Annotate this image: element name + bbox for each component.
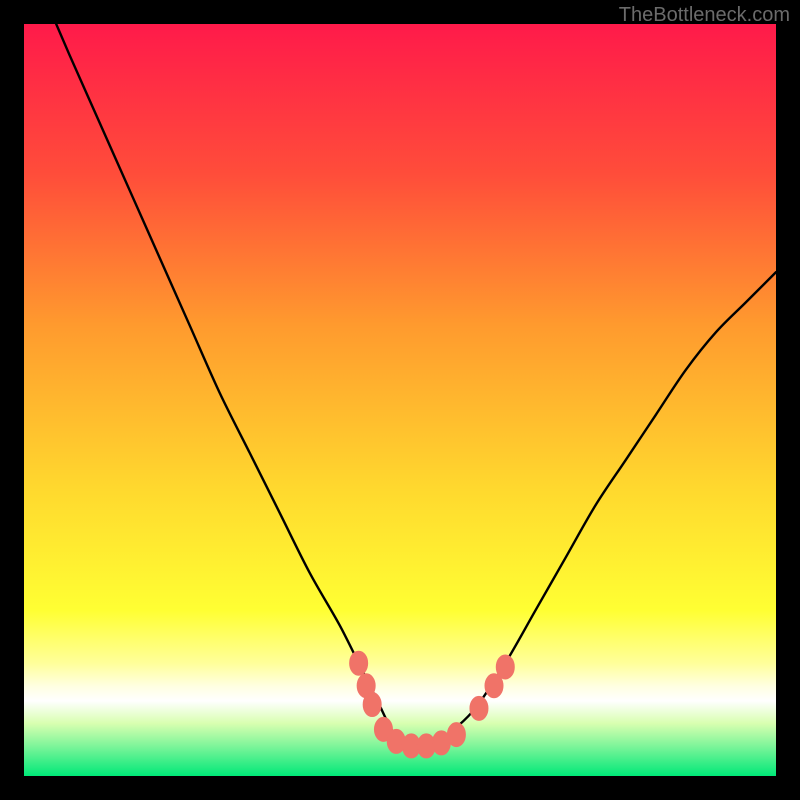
- chart-svg: [24, 24, 776, 776]
- curve-marker: [470, 696, 488, 720]
- plot-area: [24, 24, 776, 776]
- curve-marker: [496, 655, 514, 679]
- chart-frame: TheBottleneck.com: [0, 0, 800, 800]
- curve-marker: [363, 693, 381, 717]
- curve-marker: [447, 723, 465, 747]
- watermark-text: TheBottleneck.com: [619, 4, 790, 27]
- curve-marker: [350, 651, 368, 675]
- gradient-background: [24, 24, 776, 776]
